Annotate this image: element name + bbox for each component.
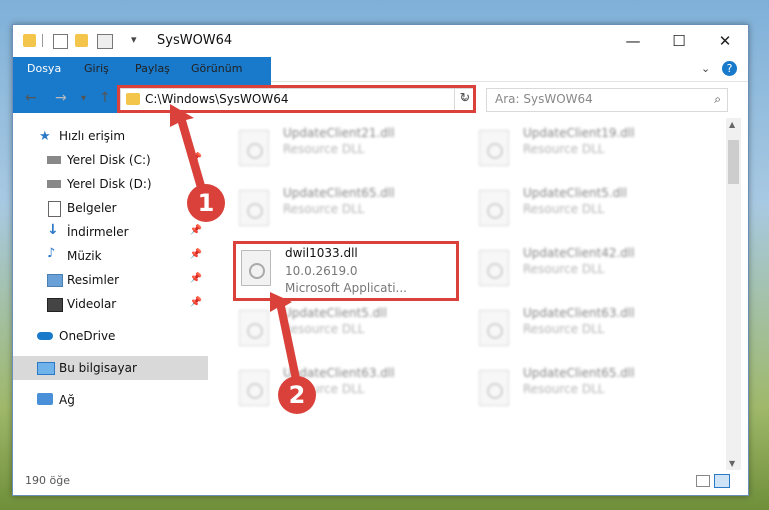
annotation-arrows (170, 104, 300, 380)
arrow-to-address-bar (170, 104, 207, 195)
step-badge-1: 1 (187, 184, 225, 222)
step-badge-2: 2 (278, 376, 316, 414)
arrow-to-file (270, 292, 300, 380)
